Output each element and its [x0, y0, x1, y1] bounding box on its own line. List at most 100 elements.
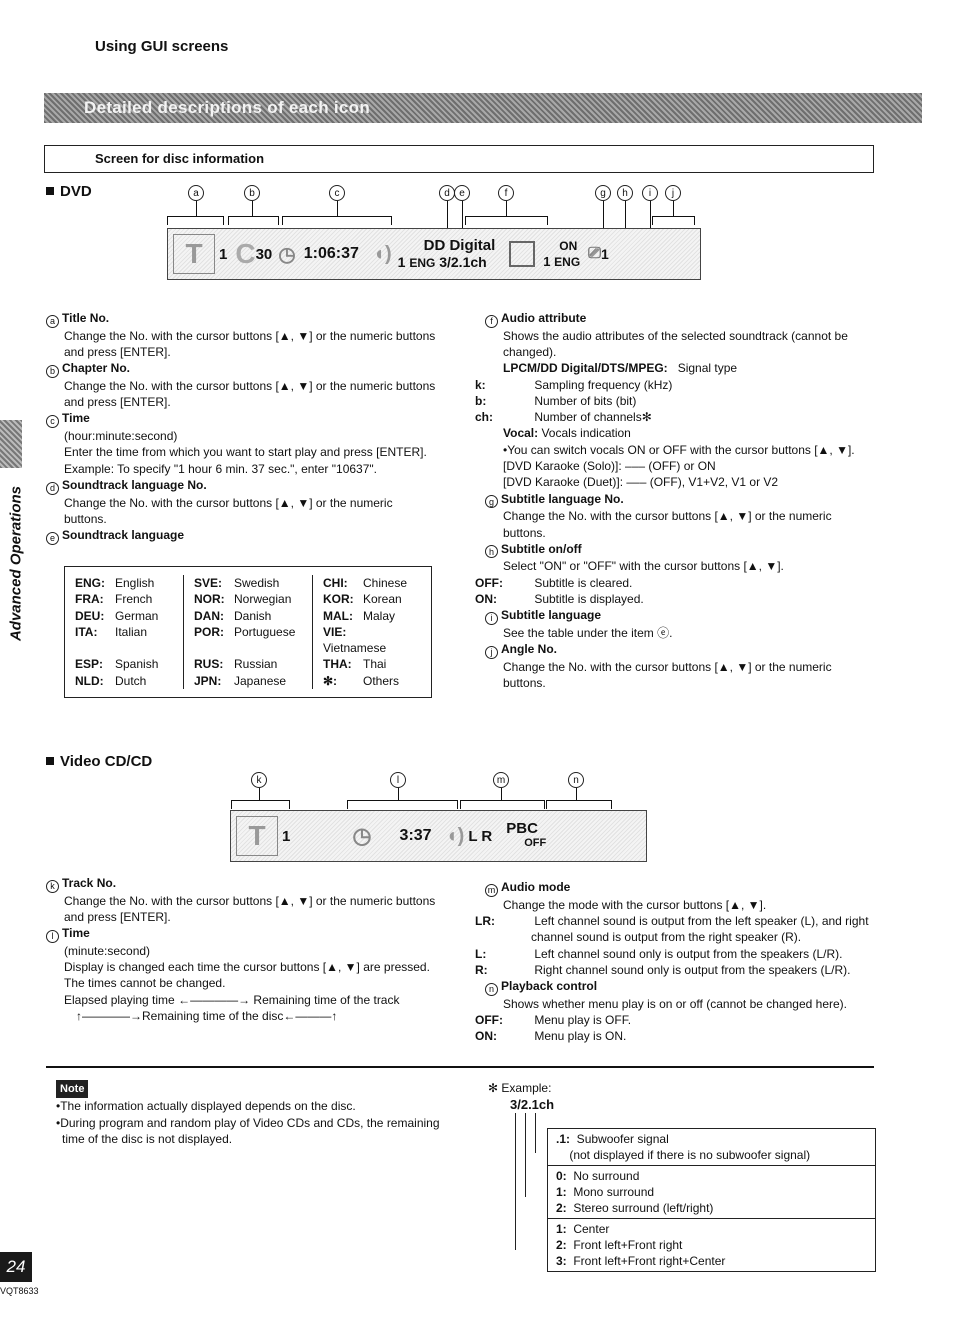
section-title: Using GUI screens	[95, 38, 229, 55]
callout-a-icon: a	[46, 314, 59, 328]
language-code: JPN:	[194, 673, 222, 688]
definition-key: OFF:	[475, 1013, 503, 1028]
language-name: Malay	[363, 608, 396, 623]
language-cell: FRA: French	[65, 591, 184, 607]
language-row: ESP: Spanish RUS: Russian THA: Thai	[65, 656, 431, 673]
definition-key: L:	[475, 946, 487, 961]
side-tab-label: Advanced Operations	[7, 485, 25, 642]
language-code: NLD:	[75, 673, 104, 688]
angle-no: 1	[600, 246, 609, 262]
definition-value: Right channel sound only is output from …	[531, 962, 851, 977]
callout-h-marker: h	[617, 185, 633, 201]
note-label: Note	[56, 1080, 89, 1099]
title-no: 1	[219, 245, 228, 263]
callout-g-icon: g	[485, 495, 498, 509]
karaoke-solo: [DVD Karaoke (Solo)]: ––– (OFF) or ON	[503, 459, 716, 474]
definition-value: Sampling frequency (kHz)	[531, 377, 673, 392]
item-heading: b Chapter No.	[46, 360, 438, 378]
signal-label: LPCM/DD Digital/DTS/MPEG:	[503, 361, 668, 376]
item-title: Chapter No.	[62, 361, 131, 376]
example-line: 1: Center	[556, 1222, 610, 1236]
subtitle-state: ON	[559, 239, 578, 253]
subtitle-language-no-body: Change the No. with the cursor buttons […	[503, 509, 832, 540]
language-name: Russian	[234, 657, 278, 672]
definition-row: R: Right channel sound only is output fr…	[475, 962, 877, 978]
item-heading: d Soundtrack language No.	[46, 477, 438, 495]
soundtrack-language-table: ENG: English SVE: Swedish CHI: Chinese FRA: Fre…	[64, 566, 432, 699]
callout-i-icon: i	[485, 612, 498, 626]
language-name: German	[115, 608, 159, 623]
audio-mode-body: Change the mode with the cursor buttons …	[503, 897, 767, 912]
callout-stem	[673, 201, 674, 216]
definition-row: L: Left channel sound only is output fro…	[475, 946, 877, 962]
callout-m-icon: m	[485, 883, 498, 897]
clock-icon: ◷	[278, 243, 296, 266]
vcd-time-body: Display is changed each time the cursor …	[64, 960, 430, 991]
language-name: Japanese	[234, 673, 287, 688]
example-line: 0: No surround	[556, 1169, 640, 1183]
callout-l-marker: l	[390, 772, 406, 788]
subtitle-icon	[509, 241, 536, 267]
language-code: RUS:	[194, 657, 224, 672]
clock-icon: ◷	[352, 823, 372, 848]
language-cell: ENG: English	[65, 575, 184, 591]
language-code: MAL:	[323, 608, 353, 623]
square-bullet-icon	[46, 187, 54, 195]
definition-row: ON: Menu play is ON.	[475, 1028, 877, 1044]
arrow-right-icon: ←――――→	[178, 992, 251, 1007]
note-block: Note •The information actually displayed…	[56, 1080, 446, 1147]
callout-n-marker: n	[568, 772, 584, 788]
language-cell: SVE: Swedish	[183, 575, 313, 592]
definition-value: Left channel sound only is output from t…	[531, 946, 843, 961]
callout-stem	[259, 788, 260, 800]
square-bullet-icon	[46, 757, 54, 765]
vcd-right-column: m Audio mode Change the mode with the cur…	[475, 879, 877, 1045]
vcd-time: 3:37	[399, 827, 432, 844]
language-cell: KOR: Korean	[312, 591, 431, 608]
callout-bracket	[460, 800, 545, 809]
definition-value: Subtitle is cleared.	[531, 575, 633, 590]
language-code: FRA:	[75, 592, 104, 607]
pbc-label: PBC	[506, 820, 538, 837]
definition-value: Number of channels✻	[531, 410, 652, 425]
example-line: .1: Subwoofer signal	[556, 1132, 669, 1146]
language-code: KOR:	[323, 592, 354, 607]
flow-remaining-disc: Remaining time of the disc	[142, 1009, 284, 1024]
callout-h-icon: h	[485, 545, 498, 559]
angle-no-body: Change the No. with the cursor buttons […	[503, 659, 832, 691]
example-line: 3: Front left+Front right+Center	[556, 1254, 726, 1268]
language-cell: ✻: Others	[312, 672, 431, 690]
language-row: FRA: French NOR: Norwegian KOR: Korean	[65, 591, 431, 608]
vcd-gui-bar: T 1 ◷ 3:37 ◖) L R PBC OFF	[230, 810, 647, 862]
pbc-state: OFF	[524, 837, 547, 849]
language-name: English	[115, 576, 155, 590]
language-cell: NOR: Norwegian	[183, 591, 313, 608]
definition-key: R:	[475, 962, 488, 977]
definition-value: Left channel sound is output from the le…	[531, 913, 869, 945]
example-line: 2: Front left+Front right	[556, 1238, 683, 1252]
audio-attr-line2: 3/2.1ch	[439, 253, 487, 270]
language-name: Chinese	[363, 576, 408, 590]
time-value: 1:06:37	[303, 245, 359, 262]
callout-j-icon: j	[485, 645, 498, 659]
definition-value: Subtitle is displayed.	[531, 592, 644, 607]
definition-row: OFF: Subtitle is cleared.	[475, 575, 877, 591]
callout-k-icon: k	[46, 879, 59, 893]
language-name: Korean	[363, 592, 402, 607]
language-code: CHI:	[323, 576, 348, 590]
language-row: ITA: Italian POR: Portuguese VIE: Vietnamese	[65, 623, 431, 657]
language-code: DEU:	[75, 608, 105, 623]
definition-key: b:	[475, 393, 487, 408]
track-no: 1	[282, 827, 291, 845]
audio-icon: ◖)	[372, 242, 392, 265]
side-tab-marker	[0, 420, 22, 468]
arrow-left-icon: ←―――↑	[283, 1009, 338, 1024]
language-cell: DEU: German	[65, 608, 184, 624]
dvd-gui-bar: T 1 C 30 ◷ 1:06:37 ◖) DD Digital 1 ENG 3…	[167, 228, 701, 280]
arrow-right-icon: ↑――――→	[76, 1009, 142, 1024]
subtitle-onoff-body: Select "ON" or "OFF" with the cursor but…	[503, 559, 784, 574]
subtitle-onoff-title: Subtitle on/off	[501, 541, 582, 556]
callout-b-marker: b	[244, 185, 260, 201]
definition-row: ch: Number of channels✻	[475, 409, 877, 425]
callout-n-icon: n	[485, 982, 498, 996]
